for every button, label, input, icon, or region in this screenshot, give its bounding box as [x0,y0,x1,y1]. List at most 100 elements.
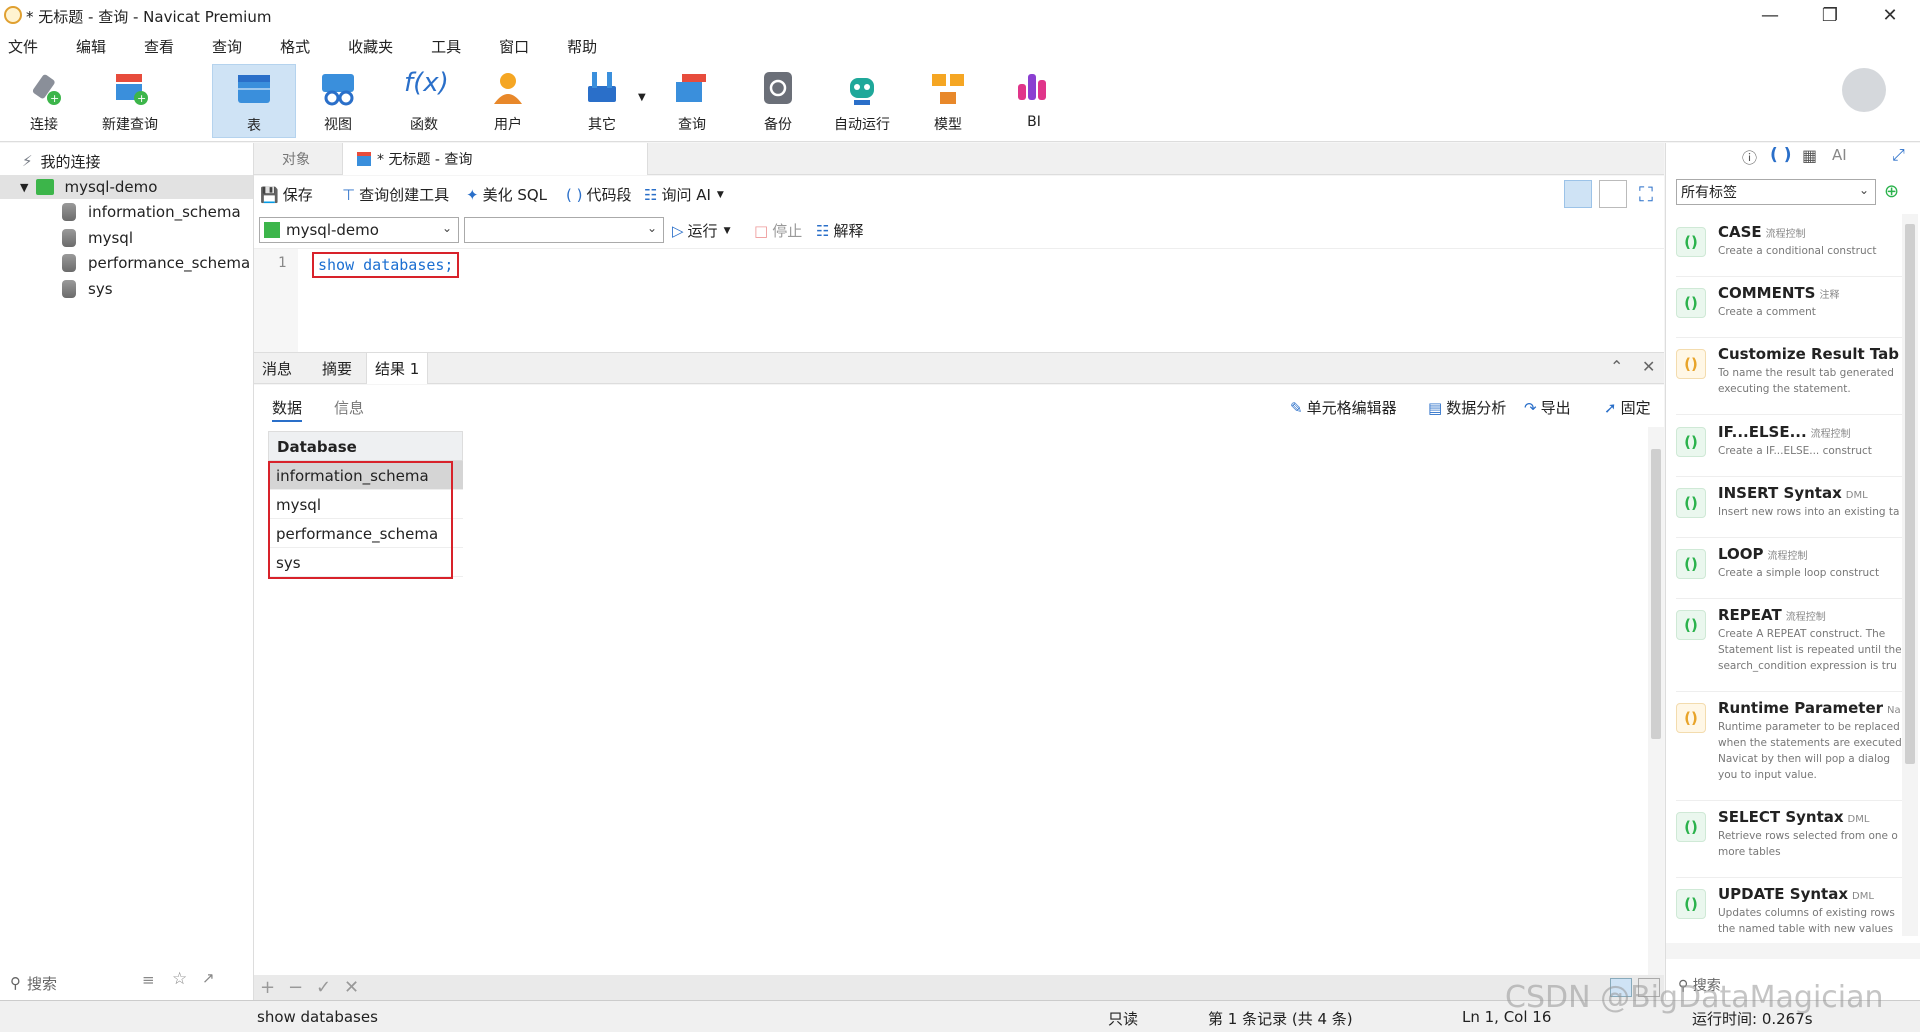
menu-help[interactable]: 帮助 [559,30,605,58]
data-analysis-button[interactable]: ▤ 数据分析 [1428,397,1506,418]
snippet-item[interactable]: () SELECT Syntax DML Retrieve rows select… [1676,806,1904,878]
connection-mysql-demo[interactable]: ▼ mysql-demo [0,175,253,199]
fullscreen-icon[interactable]: ⛶ [1639,182,1653,206]
menu-format[interactable]: 格式 [272,30,318,58]
query-button[interactable]: 查询 [650,64,734,138]
snippet-scrollbar[interactable] [1902,214,1918,936]
table-button[interactable]: 表 [212,64,296,138]
grid-scrollbar[interactable] [1648,427,1664,975]
avatar[interactable] [1842,68,1886,112]
tab-messages[interactable]: 消息 [254,353,300,384]
export-button[interactable]: ↷ 导出 [1524,397,1571,418]
database-item[interactable]: sys [62,277,113,301]
grid-footer: + − ✓ ✕ [254,975,1664,1000]
close-icon[interactable]: ✕ [1860,0,1920,30]
snippet-button[interactable]: ( ) 代码段 [566,184,632,205]
snippet-item[interactable]: () LOOP 流程控制 Create a simple loop constru… [1676,543,1904,599]
function-button[interactable]: f(x) 函数 [382,64,466,138]
snippet-item[interactable]: () COMMENTS 注释 Create a comment [1676,282,1904,338]
other-dropdown-icon[interactable]: ▼ [638,92,646,103]
snippet-item[interactable]: () IF...ELSE... 流程控制 Create a IF...ELSE..… [1676,421,1904,477]
snippet-item[interactable]: () CASE 流程控制 Create a conditional constru… [1676,221,1904,277]
snippet-icon: () [1676,488,1706,518]
connect-button[interactable]: + 连接 [2,64,86,138]
run-button[interactable]: ▷ 运行 ▼ [672,220,730,241]
sql-code[interactable]: show databases; [312,252,460,278]
model-button[interactable]: 模型 [906,64,990,138]
template-icon[interactable]: ▦ [1802,146,1817,165]
sql-editor[interactable]: 1 show databases; [254,248,1664,353]
search-icon: ⚲ [10,974,21,992]
collapse-icon[interactable]: ↗ [202,969,215,987]
star-icon[interactable]: ☆ [172,969,187,989]
snippet-item[interactable]: () REPEAT 流程控制 Create A REPEAT construct.… [1676,604,1904,692]
cell-editor-button[interactable]: ✎ 单元格编辑器 [1290,397,1397,418]
pin-button[interactable]: ➚ 固定 [1604,397,1651,418]
add-row-icon[interactable]: + [260,977,275,998]
menu-window[interactable]: 窗口 [491,30,537,58]
title-bar: * 无标题 - 查询 - Navicat Premium — ❐ ✕ [0,0,1920,30]
delete-row-icon[interactable]: − [288,977,303,998]
snippet-item[interactable]: () INSERT Syntax DML Insert new rows into… [1676,482,1904,538]
apply-icon[interactable]: ✓ [316,977,331,998]
subtab-info[interactable]: 信息 [334,397,364,418]
restore-icon[interactable]: ❐ [1800,0,1860,30]
menu-view[interactable]: 查看 [136,30,182,58]
chevron-down-icon[interactable]: ▼ [20,181,28,194]
layout-vertical-icon[interactable] [1599,180,1627,208]
my-connections-header[interactable]: ⚡ 我的连接 [22,149,101,173]
snippet-item[interactable]: () Customize Result Tab To name the resu… [1676,343,1904,415]
database-item[interactable]: mysql [62,226,133,250]
filter-icon[interactable]: ≡ [142,971,155,989]
explain-button[interactable]: ☷ 解释 [816,220,863,241]
scrollbar-thumb[interactable] [1905,224,1915,764]
discard-icon[interactable]: ✕ [344,977,359,998]
navicat-logo-icon [4,6,22,24]
menu-favorites[interactable]: 收藏夹 [340,30,401,58]
tab-result-1[interactable]: 结果 1 [366,353,429,384]
view-button[interactable]: 视图 [296,64,380,138]
collapse-panel-icon[interactable]: ⌃ [1610,357,1623,376]
ai-icon[interactable]: AI [1832,146,1847,164]
close-panel-icon[interactable]: ✕ [1642,357,1655,376]
user-button[interactable]: 用户 [466,64,550,138]
beautify-sql-button[interactable]: ✦ 美化 SQL [466,184,547,205]
add-snippet-icon[interactable]: ⊕ [1884,181,1899,202]
snippet-hscrollbar[interactable] [1666,943,1920,959]
tag-filter-select[interactable]: 所有标签 ⌄ [1676,179,1876,205]
snippet-item[interactable]: () Runtime Parameter Na Runtime parameter… [1676,697,1904,801]
database-item[interactable]: performance_schema [62,251,250,275]
subtab-data[interactable]: 数据 [272,397,303,422]
menu-tools[interactable]: 工具 [423,30,469,58]
other-button[interactable]: 其它 [560,64,644,138]
model-icon [928,68,968,108]
scrollbar-thumb[interactable] [1651,449,1661,739]
info-icon[interactable]: ⓘ [1742,147,1757,168]
database-select[interactable]: ⌄ [464,217,664,243]
ask-ai-button[interactable]: ☷ 询问 AI ▼ [644,184,724,205]
nav-search-input[interactable]: ⚲ 搜索 [10,971,57,995]
database-icon [62,280,76,298]
database-item[interactable]: information_schema [62,200,241,224]
layout-horizontal-icon[interactable] [1564,180,1592,208]
expand-icon[interactable]: ⤢ [1892,145,1905,165]
minimize-icon[interactable]: — [1740,0,1800,30]
stop-button[interactable]: □ 停止 [754,220,802,241]
automation-button[interactable]: 自动运行 [820,64,904,138]
tab-summary[interactable]: 摘要 [314,353,360,384]
column-header[interactable]: Database [268,431,463,461]
menu-query[interactable]: 查询 [204,30,250,58]
ai-icon: ☷ [644,185,658,204]
menu-file[interactable]: 文件 [0,30,46,58]
save-button[interactable]: 💾 保存 [260,184,313,205]
tab-objects[interactable]: 对象 [268,143,324,175]
tab-query[interactable]: * 无标题 - 查询 [342,143,648,175]
backup-button[interactable]: 备份 [736,64,820,138]
connection-select[interactable]: mysql-demo ⌄ [259,217,459,243]
new-query-button[interactable]: + 新建查询 [88,64,172,138]
mysql-connection-icon [264,222,280,238]
query-builder-button[interactable]: ⊤ 查询创建工具 [342,184,449,205]
menu-edit[interactable]: 编辑 [68,30,114,58]
snippet-tab-icon[interactable]: ( ) [1770,145,1791,165]
bi-button[interactable]: BI [992,64,1076,138]
